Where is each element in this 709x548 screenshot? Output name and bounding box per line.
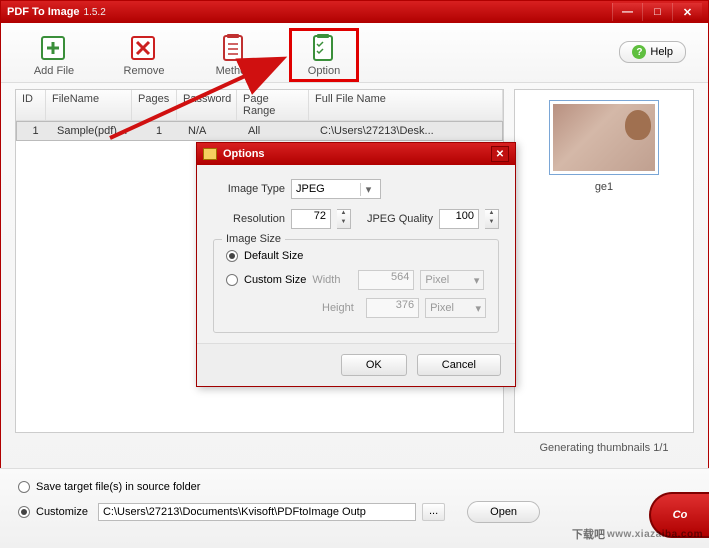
customize-label: Customize bbox=[36, 506, 88, 518]
custom-size-radio[interactable] bbox=[226, 274, 238, 286]
thumbnail[interactable] bbox=[549, 100, 659, 175]
image-type-select[interactable]: JPEG ▾ bbox=[291, 179, 381, 199]
col-pagerange[interactable]: Page Range bbox=[237, 90, 309, 120]
dialog-icon bbox=[203, 148, 217, 160]
watermark: 下载吧 www.xiazaiba.com bbox=[572, 526, 703, 542]
chevron-down-icon: ▾ bbox=[360, 183, 376, 196]
option-label: Option bbox=[292, 65, 356, 77]
height-input[interactable]: 376 bbox=[366, 298, 419, 318]
width-unit-select[interactable]: Pixel▾ bbox=[420, 270, 484, 290]
help-icon: ? bbox=[632, 45, 646, 59]
remove-icon bbox=[126, 33, 162, 63]
add-file-label: Add File bbox=[19, 65, 89, 77]
maximize-button[interactable]: □ bbox=[642, 3, 672, 21]
image-size-group: Image Size Default Size Custom Size Widt… bbox=[213, 239, 499, 333]
add-file-button[interactable]: Add File bbox=[19, 33, 89, 77]
save-in-source-radio[interactable] bbox=[18, 481, 30, 493]
option-button[interactable]: Option bbox=[289, 28, 359, 82]
dialog-title: Options bbox=[223, 148, 265, 160]
thumbnail-status: Generating thumbnails 1/1 bbox=[515, 442, 693, 454]
col-pages[interactable]: Pages bbox=[132, 90, 177, 120]
jpeg-quality-spinner[interactable]: ▲▼ bbox=[485, 209, 499, 229]
customize-radio[interactable] bbox=[18, 506, 30, 518]
cell-pagerange: All bbox=[242, 122, 314, 140]
thumbnail-image bbox=[553, 104, 655, 171]
app-version: 1.5.2 bbox=[84, 7, 106, 18]
default-size-radio[interactable] bbox=[226, 250, 238, 262]
image-type-label: Image Type bbox=[213, 183, 285, 195]
col-filename[interactable]: FileName bbox=[46, 90, 132, 120]
resolution-input[interactable]: 72 bbox=[291, 209, 331, 229]
browse-button[interactable]: ... bbox=[422, 503, 445, 521]
cell-id: 1 bbox=[21, 122, 51, 140]
jpeg-quality-input[interactable]: 100 bbox=[439, 209, 479, 229]
cell-password: N/A bbox=[182, 122, 242, 140]
cell-fullfilename: C:\Users\27213\Desk... bbox=[314, 122, 498, 140]
table-row[interactable]: 1 Sample(pdf).pdf 1 N/A All C:\Users\272… bbox=[16, 121, 503, 141]
minimize-button[interactable]: — bbox=[612, 3, 642, 21]
image-type-value: JPEG bbox=[296, 183, 325, 195]
watermark-url: www.xiazaiba.com bbox=[607, 529, 703, 540]
preview-panel: ge1 Generating thumbnails 1/1 bbox=[514, 89, 694, 433]
col-id[interactable]: ID bbox=[16, 90, 46, 120]
resolution-spinner[interactable]: ▲▼ bbox=[337, 209, 351, 229]
chevron-down-icon: ▾ bbox=[475, 302, 481, 315]
thumbnail-label: ge1 bbox=[525, 181, 683, 193]
chevron-down-icon: ▾ bbox=[474, 274, 480, 287]
toolbar: Add File Remove Method Option ? Help bbox=[1, 23, 708, 83]
cell-filename: Sample(pdf).pdf bbox=[51, 122, 137, 140]
method-icon bbox=[216, 33, 252, 63]
help-button[interactable]: ? Help bbox=[619, 41, 686, 63]
save-in-source-label: Save target file(s) in source folder bbox=[36, 481, 200, 493]
jpeg-quality-label: JPEG Quality bbox=[357, 213, 433, 225]
width-input[interactable]: 564 bbox=[358, 270, 414, 290]
col-fullfilename[interactable]: Full File Name bbox=[309, 90, 503, 120]
remove-label: Remove bbox=[109, 65, 179, 77]
method-button[interactable]: Method bbox=[199, 33, 269, 77]
cancel-button[interactable]: Cancel bbox=[417, 354, 501, 376]
height-label: Height bbox=[322, 302, 360, 314]
default-size-label: Default Size bbox=[244, 250, 303, 262]
remove-button[interactable]: Remove bbox=[109, 33, 179, 77]
height-unit-select[interactable]: Pixel▾ bbox=[425, 298, 486, 318]
output-path-input[interactable]: C:\Users\27213\Documents\Kvisoft\PDFtoIm… bbox=[98, 503, 416, 521]
add-file-icon bbox=[36, 33, 72, 63]
option-icon bbox=[306, 33, 342, 63]
col-password[interactable]: Password bbox=[177, 90, 237, 120]
width-label: Width bbox=[312, 274, 352, 286]
titlebar: PDF To Image 1.5.2 — □ ✕ bbox=[1, 1, 708, 23]
help-label: Help bbox=[650, 46, 673, 58]
ok-button[interactable]: OK bbox=[341, 354, 407, 376]
table-header: ID FileName Pages Password Page Range Fu… bbox=[16, 90, 503, 121]
close-button[interactable]: ✕ bbox=[672, 3, 702, 21]
watermark-text: 下载吧 bbox=[572, 526, 605, 542]
dialog-titlebar: Options ✕ bbox=[197, 143, 515, 165]
resolution-label: Resolution bbox=[213, 213, 285, 225]
method-label: Method bbox=[199, 65, 269, 77]
custom-size-label: Custom Size bbox=[244, 274, 306, 286]
dialog-close-button[interactable]: ✕ bbox=[491, 146, 509, 162]
options-dialog: Options ✕ Image Type JPEG ▾ Resolution 7… bbox=[196, 142, 516, 387]
cell-pages: 1 bbox=[137, 122, 182, 140]
app-title: PDF To Image bbox=[7, 6, 80, 18]
image-size-group-title: Image Size bbox=[222, 233, 285, 245]
open-button[interactable]: Open bbox=[467, 501, 540, 523]
